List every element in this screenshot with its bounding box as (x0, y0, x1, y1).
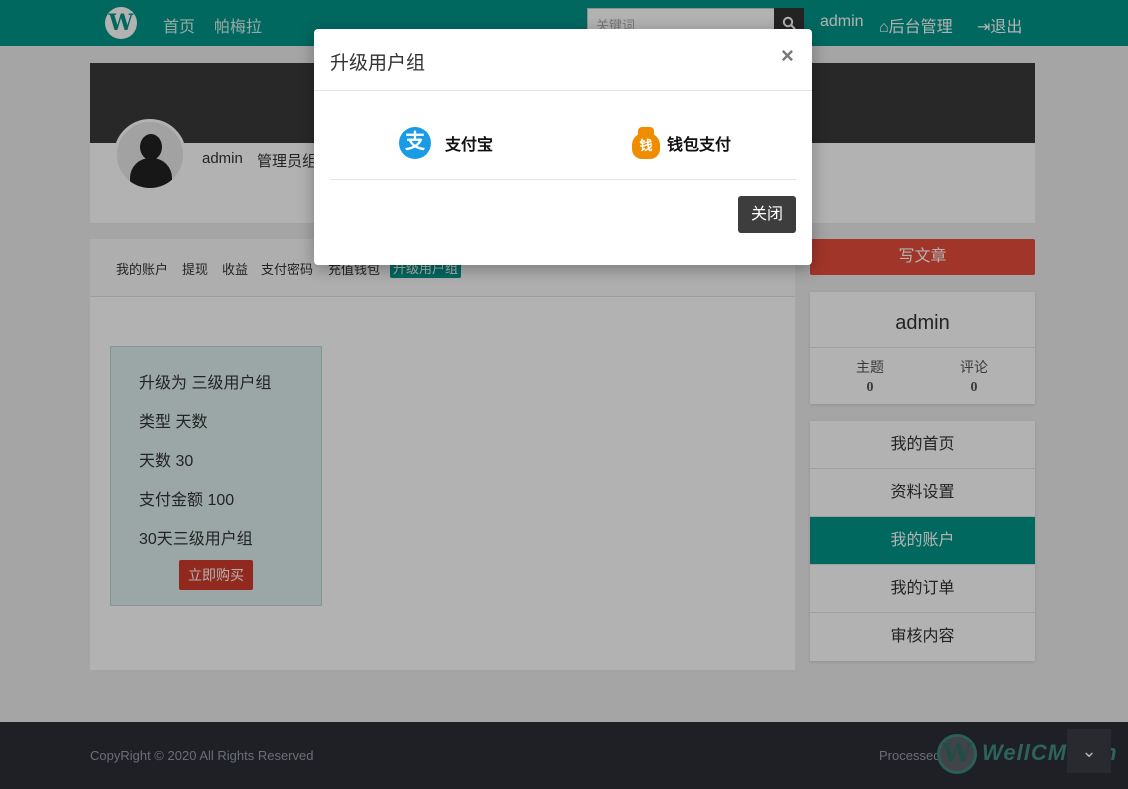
modal-close-icon[interactable]: × (781, 43, 794, 69)
pay-option-alipay[interactable]: 支 支付宝 (399, 125, 493, 161)
pay-option-wallet[interactable]: 钱 钱包支付 (632, 125, 731, 161)
modal-header: 升级用户组 × (314, 29, 812, 91)
wallet-icon: 钱 (632, 127, 660, 159)
alipay-icon: 支 (399, 127, 431, 159)
modal-divider (330, 179, 796, 180)
modal-close-button[interactable]: 关闭 (738, 196, 796, 233)
pay-option-wallet-label: 钱包支付 (667, 137, 732, 154)
modal-title: 升级用户组 (330, 53, 426, 74)
pay-option-alipay-label: 支付宝 (445, 137, 494, 154)
upgrade-group-modal: 升级用户组 × 支 支付宝 钱 钱包支付 关闭 (314, 29, 812, 265)
wallet-icon-bag: 钱 (632, 133, 660, 159)
